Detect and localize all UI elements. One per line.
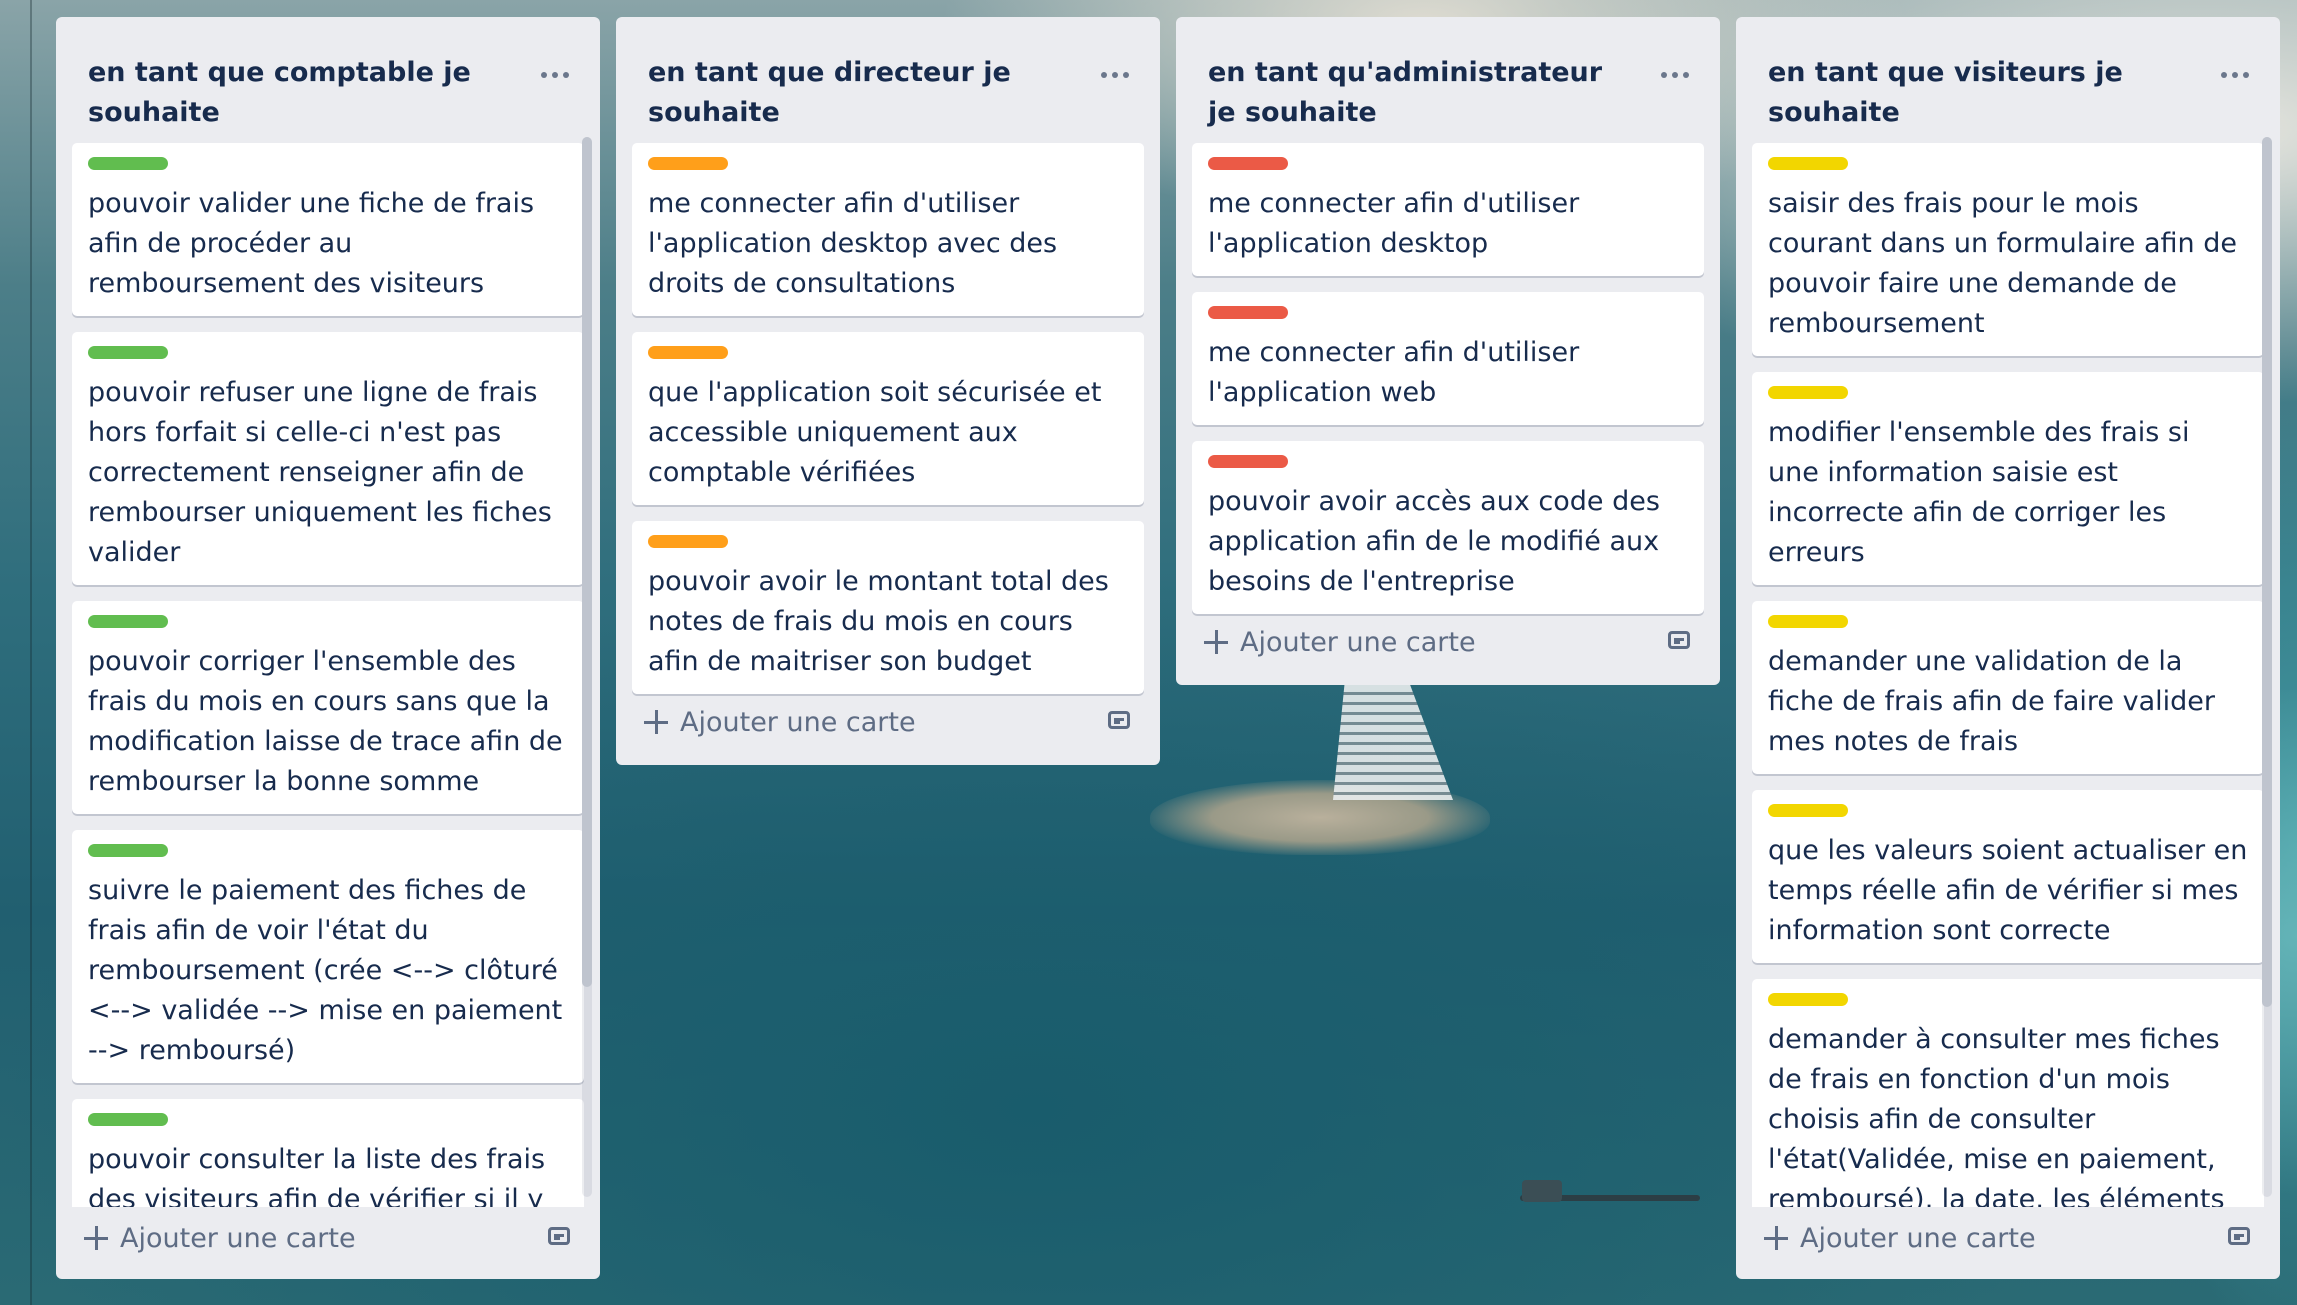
card[interactable]: pouvoir consulter la liste des frais des… [72, 1099, 584, 1207]
card-text: que les valeurs soient actualiser en tem… [1768, 835, 2248, 946]
list-header[interactable]: en tant que comptable je souhaite [56, 17, 600, 143]
ellipsis-icon[interactable] [532, 55, 578, 95]
card[interactable]: saisir des frais pour le mois courant da… [1752, 143, 2264, 356]
list-title[interactable]: en tant que comptable je souhaite [88, 53, 510, 133]
add-card-label: Ajouter une carte [120, 1222, 356, 1254]
card-text: saisir des frais pour le mois courant da… [1768, 188, 2237, 339]
card-label-yellow [1768, 993, 1848, 1006]
card[interactable]: suivre le paiement des fiches de frais a… [72, 830, 584, 1083]
plus-icon [644, 710, 668, 734]
card-text: demander une validation de la fiche de f… [1768, 646, 2216, 757]
card-template-icon[interactable] [1108, 711, 1130, 729]
scrollbar[interactable] [582, 137, 592, 1197]
card-label-orange [648, 346, 728, 359]
list-title[interactable]: en tant qu'administrateur je souhaite [1208, 53, 1630, 133]
list-comptable[interactable]: en tant que comptable je souhaite pouvoi… [56, 17, 600, 1279]
card-text: demander à consulter mes fiches de frais… [1768, 1024, 2225, 1207]
card-label-green [88, 346, 168, 359]
card[interactable]: que l'application soit sécurisée et acce… [632, 332, 1144, 505]
card-label-green [88, 1113, 168, 1126]
ellipsis-icon[interactable] [1092, 55, 1138, 95]
card-text: pouvoir corriger l'ensemble des frais du… [88, 646, 563, 797]
add-card-button[interactable]: Ajouter une carte [640, 697, 1144, 747]
card-text: me connecter afin d'utiliser l'applicati… [1208, 337, 1580, 408]
scrollbar[interactable] [2262, 137, 2272, 1197]
card-text: modifier l'ensemble des frais si une inf… [1768, 417, 2190, 568]
background-pier-head [1522, 1180, 1562, 1202]
card-template-icon[interactable] [2228, 1227, 2250, 1245]
card[interactable]: pouvoir valider une fiche de frais afin … [72, 143, 584, 316]
card-label-red [1208, 455, 1288, 468]
list-visiteurs[interactable]: en tant que visiteurs je souhaite saisir… [1736, 17, 2280, 1279]
card-template-icon[interactable] [548, 1227, 570, 1245]
list-administrateur[interactable]: en tant qu'administrateur je souhaite me… [1176, 17, 1720, 685]
card-text: pouvoir consulter la liste des frais des… [88, 1144, 546, 1207]
card-template-icon[interactable] [1668, 631, 1690, 649]
list-header[interactable]: en tant qu'administrateur je souhaite [1176, 17, 1720, 143]
list-directeur[interactable]: en tant que directeur je souhaite me con… [616, 17, 1160, 765]
card[interactable]: demander à consulter mes fiches de frais… [1752, 979, 2264, 1207]
card-text: que l'application soit sécurisée et acce… [648, 377, 1102, 488]
card-label-yellow [1768, 804, 1848, 817]
card[interactable]: pouvoir corriger l'ensemble des frais du… [72, 601, 584, 814]
list-title[interactable]: en tant que visiteurs je souhaite [1768, 53, 2190, 133]
card-text: pouvoir avoir le montant total des notes… [648, 566, 1109, 677]
list-title[interactable]: en tant que directeur je souhaite [648, 53, 1070, 133]
ellipsis-icon[interactable] [1652, 55, 1698, 95]
card[interactable]: modifier l'ensemble des frais si une inf… [1752, 372, 2264, 585]
add-card-button[interactable]: Ajouter une carte [1760, 1213, 2264, 1263]
card[interactable]: pouvoir avoir le montant total des notes… [632, 521, 1144, 694]
scrollbar-thumb[interactable] [2262, 137, 2272, 1007]
card-label-yellow [1768, 386, 1848, 399]
card-list: me connecter afin d'utiliser l'applicati… [616, 143, 1160, 710]
add-card-button[interactable]: Ajouter une carte [80, 1213, 584, 1263]
add-card-label: Ajouter une carte [1240, 626, 1476, 658]
list-header[interactable]: en tant que directeur je souhaite [616, 17, 1160, 143]
card-list: pouvoir valider une fiche de frais afin … [56, 143, 600, 1207]
card[interactable]: me connecter afin d'utiliser l'applicati… [1192, 143, 1704, 276]
plus-icon [1764, 1226, 1788, 1250]
card-text: suivre le paiement des fiches de frais a… [88, 875, 563, 1066]
card-label-green [88, 615, 168, 628]
card-label-red [1208, 157, 1288, 170]
card-text: me connecter afin d'utiliser l'applicati… [648, 188, 1058, 299]
card-text: pouvoir valider une fiche de frais afin … [88, 188, 535, 299]
card-label-red [1208, 306, 1288, 319]
card-label-green [88, 844, 168, 857]
card-label-orange [648, 157, 728, 170]
card[interactable]: me connecter afin d'utiliser l'applicati… [1192, 292, 1704, 425]
plus-icon [1204, 630, 1228, 654]
card[interactable]: me connecter afin d'utiliser l'applicati… [632, 143, 1144, 316]
card-text: me connecter afin d'utiliser l'applicati… [1208, 188, 1580, 259]
plus-icon [84, 1226, 108, 1250]
add-card-label: Ajouter une carte [1800, 1222, 2036, 1254]
window-edge [30, 0, 32, 1305]
add-card-button[interactable]: Ajouter une carte [1200, 617, 1704, 667]
card[interactable]: que les valeurs soient actualiser en tem… [1752, 790, 2264, 963]
card-list: saisir des frais pour le mois courant da… [1736, 143, 2280, 1207]
card-label-orange [648, 535, 728, 548]
card-label-yellow [1768, 157, 1848, 170]
card-text: pouvoir refuser une ligne de frais hors … [88, 377, 552, 568]
ellipsis-icon[interactable] [2212, 55, 2258, 95]
card-text: pouvoir avoir accès aux code des applica… [1208, 486, 1660, 597]
list-header[interactable]: en tant que visiteurs je souhaite [1736, 17, 2280, 143]
card[interactable]: pouvoir refuser une ligne de frais hors … [72, 332, 584, 585]
add-card-label: Ajouter une carte [680, 706, 916, 738]
card-list: me connecter afin d'utiliser l'applicati… [1176, 143, 1720, 630]
card[interactable]: demander une validation de la fiche de f… [1752, 601, 2264, 774]
card-label-yellow [1768, 615, 1848, 628]
scrollbar-thumb[interactable] [582, 137, 592, 987]
card-label-green [88, 157, 168, 170]
card[interactable]: pouvoir avoir accès aux code des applica… [1192, 441, 1704, 614]
